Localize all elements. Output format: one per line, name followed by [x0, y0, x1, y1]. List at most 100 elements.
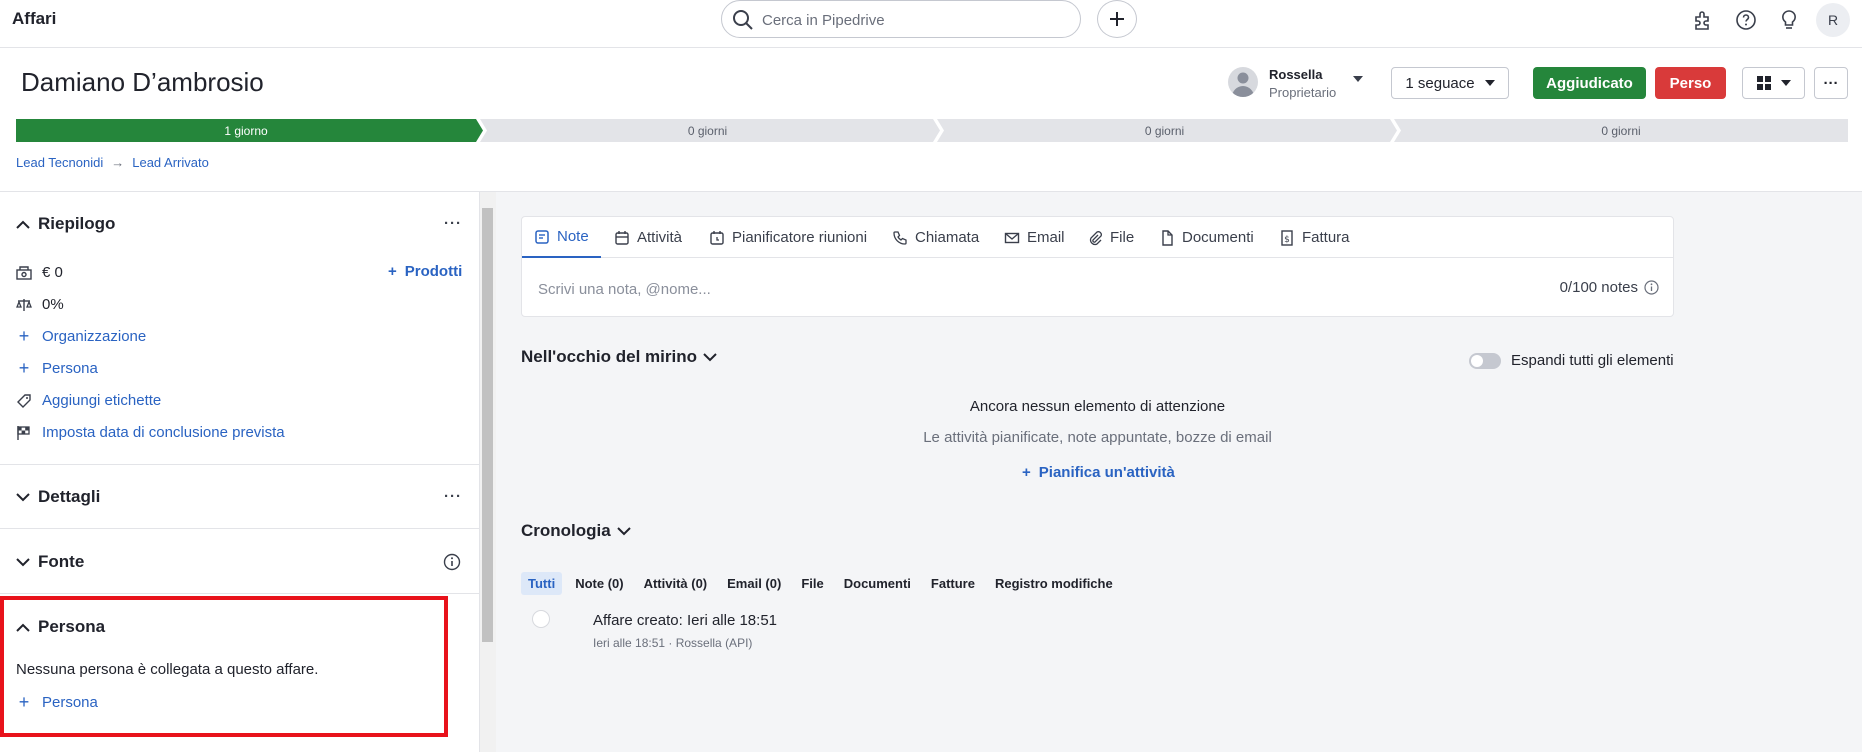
notes-count-text: 0/100 notes	[1559, 279, 1638, 296]
tab-call[interactable]: Chiamata	[892, 217, 979, 258]
tab-meeting-scheduler-label: Pianificatore riunioni	[732, 229, 868, 246]
plus-icon: +	[18, 358, 30, 378]
chevron-down-icon	[16, 492, 30, 502]
invoice-icon: $	[1279, 229, 1295, 246]
expand-all-toggle-row[interactable]: Espandi tutti gli elementi	[1469, 352, 1674, 369]
tab-invoice[interactable]: $ Fattura	[1279, 217, 1350, 258]
tab-documents-label: Documenti	[1182, 229, 1254, 246]
scale-icon	[16, 297, 32, 313]
note-composer: Note Attività Pianificatore riunioni Chi…	[521, 216, 1674, 317]
info-icon[interactable]	[443, 553, 461, 571]
probability-row[interactable]: 0%	[16, 296, 64, 313]
filter-files[interactable]: File	[794, 572, 830, 595]
paperclip-icon	[1087, 230, 1103, 246]
stage-label-4: 0 giorni	[1601, 123, 1641, 138]
search-input[interactable]	[762, 9, 1062, 31]
focus-title: Nell'occhio del mirino	[521, 347, 697, 366]
calendar-clock-icon	[709, 230, 725, 246]
add-products-link[interactable]: + Prodotti	[388, 263, 462, 280]
plan-activity-label: Pianifica un'attività	[1038, 464, 1175, 481]
tab-email[interactable]: Email	[1004, 217, 1065, 258]
tab-file[interactable]: File	[1087, 217, 1134, 258]
probability-value: 0%	[42, 296, 64, 313]
info-icon[interactable]	[1644, 280, 1659, 295]
sidebar-scroll-thumb[interactable]	[482, 208, 493, 642]
quick-add-button[interactable]	[1097, 0, 1137, 38]
lost-button[interactable]: Perso	[1655, 67, 1726, 99]
tab-file-label: File	[1110, 229, 1135, 246]
chevron-down-icon	[617, 526, 631, 536]
filter-change-log[interactable]: Registro modifiche	[988, 572, 1120, 595]
tab-note[interactable]: Note	[522, 217, 601, 258]
section-divider	[0, 464, 479, 465]
note-input[interactable]: Scrivi una nota, @nome...	[538, 281, 711, 298]
add-products-label: Prodotti	[404, 263, 463, 280]
history-section-header[interactable]: Cronologia	[521, 521, 631, 541]
add-labels-link[interactable]: Aggiungi etichette	[16, 392, 161, 409]
calendar-icon	[614, 230, 630, 246]
history-filters: Tutti Note (0) Attività (0) Email (0) Fi…	[521, 571, 1126, 595]
source-section-header[interactable]: Fonte	[16, 552, 84, 572]
plus-icon: +	[18, 326, 30, 346]
tab-documents[interactable]: Documenti	[1159, 217, 1254, 258]
tag-icon	[16, 393, 32, 409]
chevron-up-icon	[16, 220, 30, 229]
owner-selector[interactable]: Rossella Proprietario	[1228, 64, 1368, 104]
plus-icon: +	[388, 263, 397, 280]
plan-activity-link[interactable]: + Pianifica un'attività	[1022, 464, 1175, 481]
history-title: Cronologia	[521, 521, 611, 540]
tab-invoice-label: Fattura	[1302, 229, 1350, 246]
puzzle-icon[interactable]	[1691, 8, 1715, 32]
help-icon[interactable]	[1734, 8, 1758, 32]
filter-notes[interactable]: Note (0)	[568, 572, 630, 595]
filter-activities[interactable]: Attività (0)	[637, 572, 715, 595]
chevron-down-icon	[703, 352, 717, 362]
owner-avatar	[1228, 67, 1258, 97]
plus-icon: +	[1022, 464, 1031, 481]
more-actions-button[interactable]: ···	[1814, 67, 1848, 99]
stage-label-1: 1 giorno	[224, 123, 268, 138]
filter-documents[interactable]: Documenti	[837, 572, 918, 595]
add-person-link[interactable]: + Persona	[16, 358, 98, 378]
set-close-date-link[interactable]: Imposta data di conclusione prevista	[16, 424, 285, 441]
owner-name: Rossella	[1269, 67, 1323, 82]
tab-activity[interactable]: Attività	[614, 217, 682, 258]
section-divider	[0, 528, 479, 529]
timeline-event-title: Affare creato: Ieri alle 18:51	[593, 612, 777, 629]
filter-email[interactable]: Email (0)	[720, 572, 788, 595]
summary-section-header[interactable]: Riepilogo	[16, 214, 115, 234]
won-button[interactable]: Aggiudicato	[1533, 67, 1646, 99]
phone-icon	[892, 230, 908, 246]
breadcrumb-pipeline[interactable]: Lead Tecnonidi	[16, 155, 103, 170]
focus-section-header[interactable]: Nell'occhio del mirino	[521, 347, 717, 367]
left-sidebar: Riepilogo ··· € 0 + Prodotti 0% + Organi…	[0, 192, 479, 752]
user-avatar[interactable]: R	[1816, 3, 1850, 37]
note-icon	[534, 229, 550, 245]
app-title: Affari	[12, 9, 57, 28]
filter-invoices[interactable]: Fatture	[924, 572, 982, 595]
search-box[interactable]	[721, 0, 1081, 38]
expand-all-toggle[interactable]	[1469, 352, 1501, 369]
view-options-button[interactable]	[1742, 67, 1805, 99]
add-organization-link[interactable]: + Organizzazione	[16, 326, 147, 346]
mail-icon	[1004, 230, 1020, 246]
details-more-button[interactable]: ···	[444, 488, 462, 505]
section-divider	[0, 593, 479, 594]
details-title: Dettagli	[38, 487, 101, 506]
pipeline-stages: 1 giorno 0 giorni 0 giorni 0 giorni	[16, 119, 1848, 142]
document-icon	[1159, 229, 1175, 246]
deal-title: Damiano D’ambrosio	[21, 67, 264, 97]
add-person-label: Persona	[42, 360, 98, 377]
summary-more-button[interactable]: ···	[444, 215, 462, 232]
caret-down-icon	[1484, 80, 1495, 86]
add-labels-label: Aggiungi etichette	[42, 392, 162, 409]
timeline-dot	[532, 610, 550, 628]
filter-all[interactable]: Tutti	[521, 571, 563, 595]
tab-email-label: Email	[1027, 229, 1065, 246]
deal-value-row[interactable]: € 0	[16, 264, 63, 281]
lightbulb-icon[interactable]	[1777, 8, 1801, 32]
details-section-header[interactable]: Dettagli	[16, 487, 100, 507]
breadcrumb-stage[interactable]: Lead Arrivato	[132, 155, 209, 170]
tab-meeting-scheduler[interactable]: Pianificatore riunioni	[709, 217, 867, 258]
followers-button[interactable]: 1 seguace	[1391, 67, 1509, 99]
